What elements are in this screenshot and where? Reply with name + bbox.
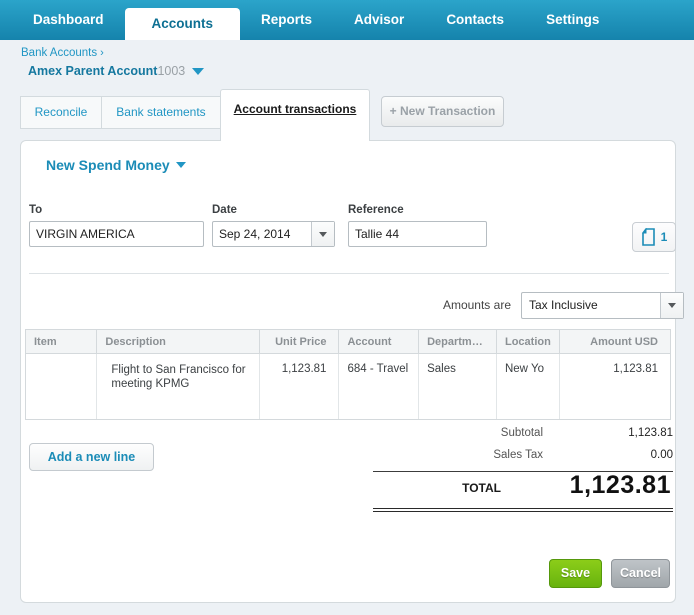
col-header-location: Location bbox=[495, 329, 560, 354]
tab-account-transactions[interactable]: Account transactions bbox=[220, 89, 370, 141]
nav-item-contacts[interactable]: Contacts bbox=[425, 0, 525, 40]
cell-item[interactable] bbox=[24, 353, 98, 420]
nav-item-advisor[interactable]: Advisor bbox=[333, 0, 425, 40]
amounts-are-select[interactable]: Tax Inclusive bbox=[521, 292, 684, 319]
transaction-type-label: New Spend Money bbox=[46, 157, 170, 173]
top-navigation: Dashboard Accounts Reports Advisor Conta… bbox=[0, 0, 694, 40]
col-header-description: Description bbox=[96, 329, 260, 354]
add-new-line-button[interactable]: Add a new line bbox=[29, 443, 154, 471]
date-dropdown-button[interactable] bbox=[311, 222, 334, 246]
line-items-table: Item Description Unit Price Account Depa… bbox=[24, 329, 672, 420]
tab-bank-statements[interactable]: Bank statements bbox=[101, 96, 221, 129]
caret-down-icon bbox=[668, 303, 676, 308]
total-double-rule bbox=[373, 508, 673, 512]
cancel-button[interactable]: Cancel bbox=[611, 559, 670, 588]
to-input[interactable] bbox=[29, 221, 204, 247]
table-header-row: Item Description Unit Price Account Depa… bbox=[24, 329, 672, 354]
col-header-amount: Amount USD bbox=[558, 329, 672, 354]
account-code: 1003 bbox=[157, 64, 186, 78]
attachment-count: 1 bbox=[660, 230, 668, 244]
nav-item-accounts[interactable]: Accounts bbox=[124, 8, 241, 40]
cell-account[interactable]: 684 - Travel bbox=[338, 353, 420, 420]
transaction-type-dropdown[interactable]: New Spend Money bbox=[46, 157, 186, 173]
date-label: Date bbox=[212, 204, 237, 216]
reference-input[interactable] bbox=[348, 221, 487, 247]
subtotal-label: Subtotal bbox=[500, 427, 543, 439]
file-icon bbox=[641, 228, 655, 246]
tab-reconcile[interactable]: Reconcile bbox=[20, 96, 102, 129]
account-caret-down-icon[interactable] bbox=[192, 68, 205, 76]
date-input[interactable] bbox=[213, 222, 311, 246]
to-label: To bbox=[29, 204, 43, 216]
col-header-item: Item bbox=[24, 329, 98, 354]
new-transaction-button[interactable]: + New Transaction bbox=[381, 96, 504, 127]
cell-department[interactable]: Sales bbox=[418, 353, 497, 420]
col-header-department: Departm… bbox=[418, 329, 497, 354]
subtotal-value: 1,123.81 bbox=[628, 427, 673, 439]
sales-tax-value: 0.00 bbox=[650, 449, 673, 461]
date-field bbox=[212, 221, 335, 247]
sales-tax-label: Sales Tax bbox=[493, 449, 543, 461]
cell-description[interactable]: Flight to San Francisco for meeting KPMG bbox=[96, 353, 260, 420]
total-amount: 1,123.81 bbox=[569, 471, 671, 499]
bank-transaction-page: Dashboard Accounts Reports Advisor Conta… bbox=[0, 0, 694, 615]
breadcrumb: Bank Accounts › bbox=[21, 47, 104, 59]
amounts-are-label: Amounts are bbox=[442, 298, 511, 312]
nav-item-settings[interactable]: Settings bbox=[525, 0, 620, 40]
col-header-account: Account bbox=[338, 329, 420, 354]
breadcrumb-separator: › bbox=[100, 47, 104, 59]
select-arrow bbox=[660, 293, 683, 318]
caret-down-icon bbox=[319, 231, 327, 237]
reference-label: Reference bbox=[348, 204, 404, 216]
save-button[interactable]: Save bbox=[549, 559, 602, 588]
cell-amount[interactable]: 1,123.81 bbox=[558, 353, 672, 420]
cell-unit-price[interactable]: 1,123.81 bbox=[258, 353, 340, 420]
nav-item-reports[interactable]: Reports bbox=[240, 0, 333, 40]
nav-item-dashboard[interactable]: Dashboard bbox=[12, 0, 125, 40]
attachments-button[interactable]: 1 bbox=[632, 222, 676, 252]
transaction-type-caret-icon bbox=[175, 161, 186, 168]
table-row: Flight to San Francisco for meeting KPMG… bbox=[24, 353, 672, 420]
form-divider bbox=[29, 273, 669, 274]
breadcrumb-link-bank-accounts[interactable]: Bank Accounts bbox=[21, 47, 97, 59]
transaction-form-panel: New Spend Money To Date Reference 1 Amou… bbox=[20, 140, 684, 603]
col-header-unit-price: Unit Price bbox=[258, 329, 340, 354]
amounts-are-value: Tax Inclusive bbox=[529, 298, 598, 312]
account-selector: Amex Parent Account1003 bbox=[28, 64, 205, 78]
cell-location[interactable]: New Yo bbox=[495, 353, 560, 420]
account-name[interactable]: Amex Parent Account bbox=[28, 64, 157, 78]
